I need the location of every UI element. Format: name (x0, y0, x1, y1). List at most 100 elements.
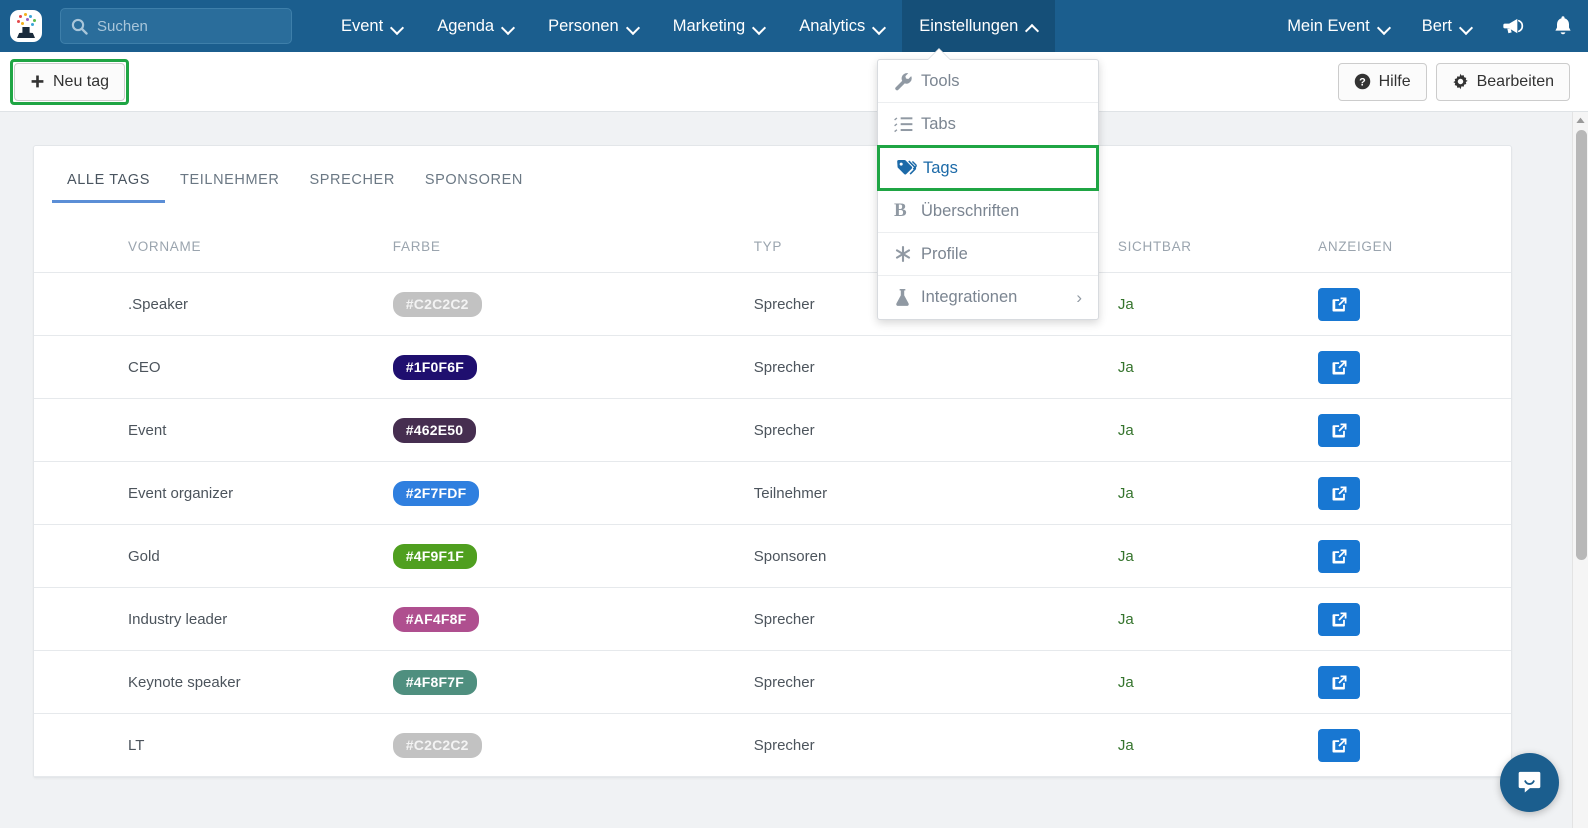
search-box[interactable] (60, 8, 292, 44)
menu-item-tags[interactable]: Tags (877, 145, 1099, 191)
cell-farbe: #C2C2C2 (392, 272, 754, 336)
external-link-icon (1332, 423, 1347, 437)
nav-item-einstellungen[interactable]: Einstellungen (902, 0, 1056, 52)
cell-sichtbar: Ja (1117, 524, 1319, 588)
menu-item-tabs[interactable]: Tabs (878, 103, 1098, 146)
plus-icon (31, 75, 44, 88)
nav-item-mein-event[interactable]: Mein Event (1271, 0, 1406, 52)
chevron-down-icon (628, 23, 639, 30)
open-tag-button[interactable] (1318, 287, 1361, 321)
color-badge: #C2C2C2 (392, 291, 482, 317)
external-link-icon (1332, 549, 1347, 563)
asterisk-icon (894, 245, 921, 263)
column-header-anzeigen[interactable]: ANZEIGEN (1318, 203, 1511, 273)
nav-item-user-bert[interactable]: Bert (1406, 0, 1488, 52)
nav-item-marketing[interactable]: Marketing (656, 0, 782, 52)
open-tag-button[interactable] (1318, 413, 1361, 447)
cell-sichtbar: Ja (1117, 650, 1319, 714)
help-button[interactable]: ? Hilfe (1337, 62, 1427, 101)
open-tag-button[interactable] (1318, 728, 1361, 762)
cell-anzeigen (1318, 335, 1511, 399)
chat-launcher-button[interactable] (1500, 753, 1559, 812)
external-link-icon (1332, 297, 1347, 311)
logo-container[interactable] (0, 0, 52, 52)
visible-value: Ja (1117, 484, 1134, 502)
cell-vorname: Keynote speaker (34, 650, 393, 714)
open-tag-button[interactable] (1318, 602, 1361, 636)
color-badge: #4F8F7F (392, 669, 477, 695)
menu-item-tools[interactable]: Tools (878, 60, 1098, 103)
table-row[interactable]: Gold #4F9F1F Sponsoren Ja (34, 524, 1511, 588)
nav-item-label: Agenda (437, 16, 495, 35)
table-row[interactable]: Event organizer #2F7FDF Teilnehmer Ja (34, 461, 1511, 525)
menu-item-ueberschriften[interactable]: B Überschriften (878, 190, 1098, 233)
announcements-button[interactable] (1488, 0, 1538, 52)
external-link-icon (1332, 612, 1347, 626)
cell-sichtbar: Ja (1117, 587, 1319, 651)
cell-vorname: Gold (34, 524, 393, 588)
wrench-icon (894, 72, 921, 91)
visible-value: Ja (1117, 547, 1134, 565)
page-content-area: ALLE TAGS TEILNEHMER SPRECHER SPONSOREN … (0, 112, 1572, 828)
tab-teilnehmer[interactable]: TEILNEHMER (165, 172, 294, 203)
cell-sichtbar: Ja (1117, 461, 1319, 525)
visible-value: Ja (1117, 673, 1134, 691)
edit-button[interactable]: Bearbeiten (1435, 62, 1570, 101)
tags-table-body: .Speaker #C2C2C2 Sprecher Ja CEO #1F0F6F Sprec… (34, 272, 1511, 777)
table-row[interactable]: Industry leader #AF4F8F Sprecher Ja (34, 587, 1511, 651)
search-icon (71, 18, 88, 35)
einstellungen-dropdown-menu: Tools Tabs Tags B Überschriften Profile … (877, 49, 1099, 320)
menu-item-integrationen[interactable]: Integrationen › (878, 276, 1098, 319)
cell-anzeigen (1318, 272, 1511, 336)
new-tag-label: Neu tag (53, 72, 110, 90)
menu-item-label: Tools (921, 71, 960, 90)
cell-sichtbar: Ja (1117, 335, 1319, 399)
search-input[interactable] (97, 17, 281, 35)
scroll-up-button[interactable] (1573, 112, 1588, 128)
open-tag-button[interactable] (1318, 665, 1361, 699)
table-row[interactable]: CEO #1F0F6F Sprecher Ja (34, 335, 1511, 399)
menu-item-profile[interactable]: Profile (878, 233, 1098, 276)
cell-anzeigen (1318, 461, 1511, 525)
table-row[interactable]: LT #C2C2C2 Sprecher Ja (34, 713, 1511, 777)
nav-item-analytics[interactable]: Analytics (782, 0, 902, 52)
toolbar-right-group: ? Hilfe Bearbeiten (1337, 62, 1570, 101)
scrollbar-thumb[interactable] (1576, 130, 1587, 560)
tab-sponsoren[interactable]: SPONSOREN (410, 172, 538, 203)
column-header-sichtbar[interactable]: SICHTBAR (1117, 203, 1319, 273)
cell-sichtbar: Ja (1117, 272, 1319, 336)
column-header-vorname[interactable]: VORNAME (34, 203, 393, 273)
table-row[interactable]: .Speaker #C2C2C2 Sprecher Ja (34, 272, 1511, 336)
menu-item-label: Profile (921, 244, 968, 263)
open-tag-button[interactable] (1318, 350, 1361, 384)
open-tag-button[interactable] (1318, 539, 1361, 573)
vertical-scrollbar[interactable] (1572, 112, 1588, 828)
help-label: Hilfe (1378, 72, 1411, 90)
open-tag-button[interactable] (1318, 476, 1361, 510)
menu-item-label: Tags (923, 158, 958, 177)
notifications-button[interactable] (1538, 0, 1588, 52)
svg-text:?: ? (1359, 77, 1366, 89)
nav-right-group: Mein Event Bert (1271, 0, 1588, 52)
cell-typ: Sprecher (753, 587, 1118, 651)
new-tag-button[interactable]: Neu tag (14, 62, 126, 101)
column-header-farbe[interactable]: FARBE (392, 203, 754, 273)
nav-item-event[interactable]: Event (324, 0, 420, 52)
chevron-down-icon (754, 23, 765, 30)
color-badge: #462E50 (392, 417, 477, 443)
table-row[interactable]: Event #462E50 Sprecher Ja (34, 398, 1511, 462)
tab-sprecher[interactable]: SPRECHER (295, 172, 410, 203)
chevron-right-icon: › (1076, 288, 1082, 307)
nav-item-label: Bert (1421, 16, 1452, 35)
bell-icon (1555, 16, 1571, 35)
nav-item-agenda[interactable]: Agenda (420, 0, 531, 52)
nav-item-personen[interactable]: Personen (531, 0, 656, 52)
cell-sichtbar: Ja (1117, 398, 1319, 462)
cell-farbe: #AF4F8F (392, 587, 754, 651)
tab-alle-tags[interactable]: ALLE TAGS (52, 172, 166, 203)
chevron-down-icon (392, 23, 403, 30)
new-tag-highlight-ring: Neu tag (10, 58, 130, 105)
table-row[interactable]: Keynote speaker #4F8F7F Sprecher Ja (34, 650, 1511, 714)
card-tabs: ALLE TAGS TEILNEHMER SPRECHER SPONSOREN (34, 146, 1511, 203)
cell-vorname: .Speaker (34, 272, 393, 336)
